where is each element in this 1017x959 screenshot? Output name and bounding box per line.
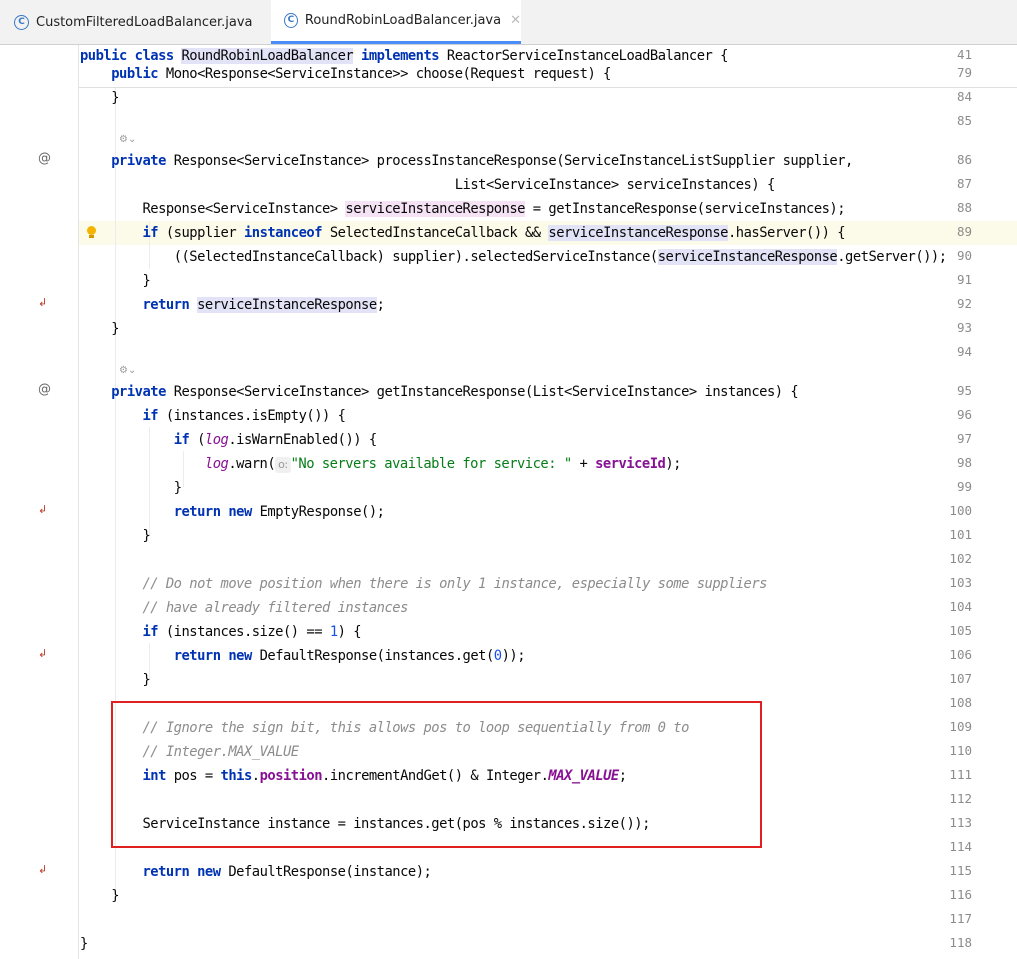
code-line-99[interactable]: } — [80, 476, 182, 500]
code-line-87[interactable]: List<ServiceInstance> serviceInstances) … — [80, 173, 776, 197]
line-number: 99 — [956, 479, 972, 494]
line-number: 113 — [949, 815, 972, 830]
line-number: 102 — [949, 551, 972, 566]
line-number: 89 — [956, 224, 972, 239]
line-number: 110 — [949, 743, 972, 758]
line-number: 111 — [949, 767, 972, 782]
code-line-106[interactable]: return new DefaultResponse(instances.get… — [80, 644, 526, 668]
line-number: 115 — [949, 863, 972, 878]
code-line-115[interactable]: return new DefaultResponse(instance); — [80, 860, 431, 884]
code-line-97[interactable]: if (log.isWarnEnabled()) { — [80, 428, 377, 452]
code-line-100[interactable]: return new EmptyResponse(); — [80, 500, 385, 524]
code-line-105[interactable]: if (instances.size() == 1) { — [80, 620, 361, 644]
code-line-95[interactable]: private Response<ServiceInstance> getIns… — [80, 380, 798, 404]
line-number: 93 — [956, 320, 972, 335]
code-line-104[interactable]: // have already filtered instances — [80, 596, 408, 620]
code-line-116[interactable]: } — [80, 884, 119, 908]
line-number: 112 — [949, 791, 972, 806]
line-number: 88 — [956, 200, 972, 215]
code-line-93[interactable]: } — [80, 317, 119, 341]
return-icon[interactable]: ↲ — [38, 647, 47, 660]
line-number: 87 — [956, 176, 972, 191]
code-line-103[interactable]: // Do not move position when there is on… — [80, 572, 767, 596]
code-line-92[interactable]: return serviceInstanceResponse; — [80, 293, 385, 317]
line-number: 107 — [949, 671, 972, 686]
line-number: 109 — [949, 719, 972, 734]
line-number: 91 — [956, 272, 972, 287]
line-number: 118 — [949, 935, 972, 950]
code-line-98[interactable]: log.warn(o: "No servers available for ser… — [80, 452, 681, 476]
line-number: 104 — [949, 599, 972, 614]
line-number: 116 — [949, 887, 972, 902]
sticky-line-79[interactable]: public Mono<Response<ServiceInstance>> c… — [80, 62, 611, 86]
line-number: 41 — [956, 47, 972, 62]
code-line-90[interactable]: ((SelectedInstanceCallback) supplier).se… — [80, 245, 947, 269]
line-number: 96 — [956, 407, 972, 422]
code-lens-icon[interactable]: ⚙⌄ — [119, 365, 136, 376]
parameter-hint: o: — [275, 457, 291, 473]
line-number: 86 — [956, 152, 972, 167]
code-lens-icon[interactable]: ⚙⌄ — [119, 134, 136, 145]
code-line-91[interactable]: } — [80, 269, 150, 293]
return-icon[interactable]: ↲ — [38, 296, 47, 309]
line-number: 97 — [956, 431, 972, 446]
code-line-89[interactable]: if (supplier instanceof SelectedInstance… — [80, 221, 846, 245]
line-number: 105 — [949, 623, 972, 638]
highlight-box — [111, 701, 762, 848]
line-number: 117 — [949, 911, 972, 926]
code-line-107[interactable]: } — [80, 668, 150, 692]
line-number: 95 — [956, 383, 972, 398]
override-icon[interactable]: @ — [38, 382, 51, 397]
code-line-86[interactable]: private Response<ServiceInstance> proces… — [80, 149, 853, 173]
code-line-96[interactable]: if (instances.isEmpty()) { — [80, 404, 345, 428]
line-number: 94 — [956, 344, 972, 359]
code-line-88[interactable]: Response<ServiceInstance> serviceInstanc… — [80, 197, 846, 221]
code-line-101[interactable]: } — [80, 524, 150, 548]
return-icon[interactable]: ↲ — [38, 863, 47, 876]
code-line-84[interactable]: } — [80, 86, 119, 110]
return-icon[interactable]: ↲ — [38, 503, 47, 516]
code-line-118[interactable]: } — [80, 932, 88, 956]
line-number: 106 — [949, 647, 972, 662]
line-number: 92 — [956, 296, 972, 311]
line-number: 85 — [956, 113, 972, 128]
code-editor[interactable]: 41 public class RoundRobinLoadBalancer i… — [0, 0, 1017, 959]
line-number: 108 — [949, 695, 972, 710]
line-number: 101 — [949, 527, 972, 542]
override-icon[interactable]: @ — [38, 151, 51, 166]
line-number: 79 — [956, 65, 972, 80]
line-number: 100 — [949, 503, 972, 518]
line-number: 98 — [956, 455, 972, 470]
line-number: 114 — [949, 839, 972, 854]
line-number: 84 — [956, 89, 972, 104]
line-number: 103 — [949, 575, 972, 590]
